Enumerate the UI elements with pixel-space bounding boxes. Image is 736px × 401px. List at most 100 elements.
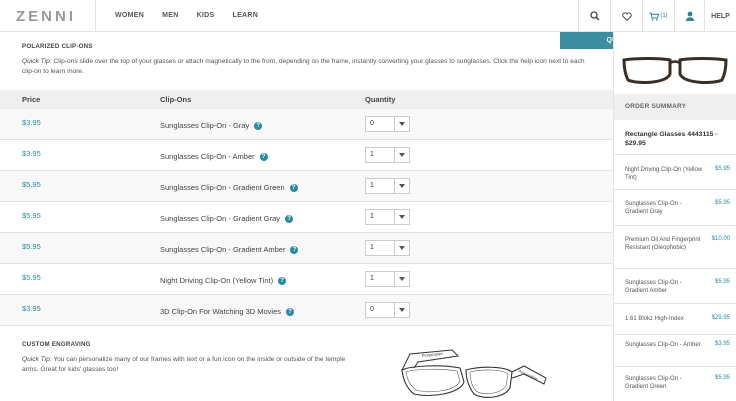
favorites-button[interactable]: [610, 0, 642, 32]
quantity-select[interactable]: 1: [365, 271, 410, 287]
nav-learn[interactable]: LEARN: [233, 0, 259, 32]
row-item-name: Sunglasses Clip-On - Gray: [160, 121, 250, 130]
header-actions: (1) HELP: [578, 0, 736, 32]
order-item-name: Premium Oil And Fingerprint Resistant (O…: [625, 237, 701, 251]
order-summary-header: ORDER SUMMARY: [614, 94, 736, 120]
chevron-down-icon: [394, 241, 409, 255]
order-item-name: Night Driving Clip-On (Yellow Tint): [625, 167, 703, 181]
row-price: $3.95: [22, 304, 41, 313]
order-item-name: Sunglasses Clip-On - Gradient Amber: [625, 280, 682, 294]
order-summary-sidebar: ORDER SUMMARY Rectangle Glasses 4443115 …: [613, 32, 736, 401]
question-icon[interactable]: ?: [290, 245, 299, 254]
row-item-name: Sunglasses Clip-On - Gradient Gray: [160, 214, 281, 223]
logo-container[interactable]: ZENNI: [0, 0, 96, 32]
question-icon[interactable]: ?: [259, 152, 268, 161]
search-button[interactable]: [578, 0, 610, 32]
cart-button[interactable]: (1): [642, 0, 674, 32]
question-icon[interactable]: ?: [254, 121, 263, 130]
chevron-down-icon: [394, 303, 409, 317]
main-nav: WOMEN MEN KIDS LEARN: [115, 0, 276, 32]
order-item-name: Sunglasses Clip-On - Gradient Green: [625, 376, 682, 390]
clipons-tip-label: Quick Tip:: [22, 58, 52, 65]
order-item-price: $5.95: [714, 375, 730, 381]
row-price: $5.95: [22, 273, 41, 282]
quantity-select[interactable]: 1: [365, 147, 410, 163]
row-item-name: 3D Clip-On For Watching 3D Movies: [160, 307, 282, 316]
table-row: $3.95 Sunglasses Clip-On - Gray? 0: [0, 109, 613, 140]
question-icon[interactable]: ?: [278, 276, 287, 285]
chevron-down-icon: [394, 210, 409, 224]
engraving-tip-label: Quick Tip:: [22, 356, 52, 363]
quantity-value: 1: [370, 244, 374, 251]
question-icon[interactable]: ?: [286, 307, 295, 316]
nav-kids[interactable]: KIDS: [197, 0, 215, 32]
chevron-down-icon: [394, 148, 409, 162]
row-price: $5.95: [22, 242, 41, 251]
quantity-select[interactable]: 0: [365, 116, 410, 132]
row-item-name: Night Driving Clip-On (Yellow Tint): [160, 276, 274, 285]
table-row: $5.95 Sunglasses Clip-On - Gradient Ambe…: [0, 233, 613, 264]
clipons-quick-tip: Quick Tip: Clip-ons slide over the top o…: [22, 57, 592, 77]
nav-women[interactable]: WOMEN: [115, 0, 144, 32]
divider: [614, 366, 736, 367]
zenni-logo[interactable]: ZENNI: [16, 8, 76, 25]
quantity-value: 1: [370, 151, 374, 158]
row-price: $5.95: [22, 180, 41, 189]
order-item-name: 1.61 Blokz High-Index: [625, 316, 684, 322]
divider: [614, 154, 736, 155]
quantity-select[interactable]: 1: [365, 209, 410, 225]
top-header: ZENNI WOMEN MEN KIDS LEARN (1) HELP: [0, 0, 736, 32]
divider: [614, 303, 736, 304]
col-clipons: Clip-Ons: [160, 95, 192, 104]
quantity-select[interactable]: 1: [365, 240, 410, 256]
question-icon[interactable]: ?: [289, 183, 298, 192]
clipons-table-header: Price Clip-Ons Quantity: [0, 90, 613, 109]
clipons-section-title: POLARIZED CLIP-ONS: [22, 43, 93, 50]
cart-icon: [649, 12, 660, 21]
order-item-price: $5.95: [714, 200, 730, 206]
row-item: 3D Clip-On For Watching 3D Movies?: [160, 307, 295, 316]
order-item-price: $29.95: [711, 315, 730, 321]
nav-men[interactable]: MEN: [162, 0, 178, 32]
chevron-down-icon: [394, 117, 409, 131]
svg-text:Personalize: Personalize: [422, 351, 444, 358]
row-item: Sunglasses Clip-On - Gradient Amber?: [160, 245, 299, 254]
quantity-value: 1: [370, 182, 374, 189]
table-row: $5.95 Night Driving Clip-On (Yellow Tint…: [0, 264, 613, 295]
account-button[interactable]: [674, 0, 704, 32]
user-icon: [685, 11, 694, 21]
engraving-tip-text: You can personalize many of our frames w…: [22, 356, 346, 373]
heart-icon: [621, 11, 632, 21]
quantity-value: 0: [370, 120, 374, 127]
order-item-price: $3.95: [714, 341, 730, 347]
help-label: HELP: [711, 12, 730, 20]
help-link[interactable]: HELP: [704, 0, 736, 32]
table-row: $3.95 3D Clip-On For Watching 3D Movies?…: [0, 295, 613, 326]
order-product-title: Rectangle Glasses 4443115 - $29.95: [625, 131, 718, 147]
table-row: $5.95 Sunglasses Clip-On - Gradient Gree…: [0, 171, 613, 202]
engraved-glasses-illustration: Personalize Personalize: [401, 349, 547, 398]
row-item-name: Sunglasses Clip-On - Gradient Green: [160, 183, 285, 192]
col-price: Price: [22, 95, 41, 104]
quantity-select[interactable]: 0: [365, 302, 410, 318]
col-quantity: Quantity: [365, 95, 396, 104]
table-row: $5.95 Sunglasses Clip-On - Gradient Gray…: [0, 202, 613, 233]
divider: [614, 334, 736, 335]
order-item-price: $10.00: [711, 236, 730, 242]
row-item: Sunglasses Clip-On - Gray?: [160, 121, 263, 130]
order-item-name: Sunglasses Clip-On - Amber: [625, 342, 701, 348]
question-icon[interactable]: ?: [285, 214, 294, 223]
quantity-value: 0: [370, 306, 374, 313]
row-item: Night Driving Clip-On (Yellow Tint)?: [160, 276, 287, 285]
clipons-tip-text: Clip-ons slide over the top of your glas…: [22, 58, 585, 75]
quantity-select[interactable]: 1: [365, 178, 410, 194]
row-item-name: Sunglasses Clip-On - Gradient Amber: [160, 245, 286, 254]
quantity-value: 1: [370, 213, 374, 220]
engraving-section-title: CUSTOM ENGRAVING: [22, 341, 91, 348]
chevron-down-icon: [394, 272, 409, 286]
order-item-price: $5.95: [714, 279, 730, 285]
row-item: Sunglasses Clip-On - Gradient Green?: [160, 183, 298, 192]
divider: [614, 225, 736, 226]
product-glasses-image: [622, 57, 728, 84]
table-row: $3.95 Sunglasses Clip-On - Amber? 1: [0, 140, 613, 171]
